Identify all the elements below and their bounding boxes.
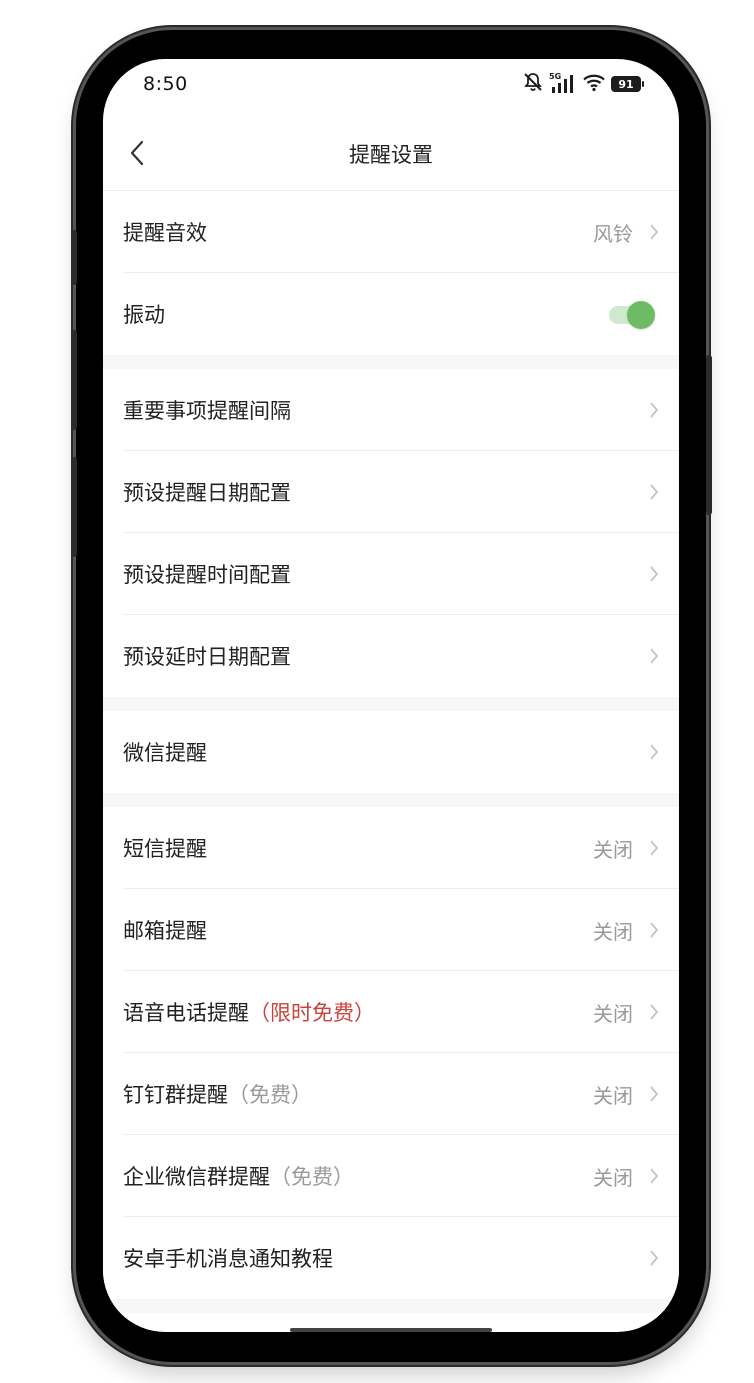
status-time: 8:50 (143, 73, 188, 95)
chevron-right-icon (647, 1001, 661, 1023)
section-divider (103, 697, 679, 711)
chevron-right-icon (647, 563, 661, 585)
signal-icon: 5G (549, 72, 577, 95)
setting-label-text: 企业微信群提醒 (123, 1165, 270, 1189)
setting-label-text: 语音电话提醒 (123, 1001, 249, 1025)
silent-bell-icon (522, 71, 544, 97)
chevron-right-icon (647, 741, 661, 763)
chevron-right-icon (647, 1247, 661, 1269)
setting-row-sound[interactable]: 提醒音效 风铃 (103, 191, 679, 273)
setting-row-voice-call[interactable]: 语音电话提醒（限时免费） 关闭 (103, 971, 679, 1053)
nav-bar: 提醒设置 (103, 115, 679, 191)
chevron-right-icon (647, 221, 661, 243)
setting-label: 短信提醒 (123, 837, 207, 861)
setting-label: 预设延时日期配置 (123, 645, 291, 669)
vibration-toggle[interactable] (609, 301, 655, 329)
setting-label-text: 钉钉群提醒 (123, 1083, 228, 1107)
home-indicator (290, 1328, 492, 1332)
section-divider (103, 793, 679, 807)
setting-row-wecom[interactable]: 企业微信群提醒（免费） 关闭 (103, 1135, 679, 1217)
status-icons: 5G 91 (522, 71, 644, 97)
screen: 8:50 5G 91 提醒设置 提醒音效 风铃 振动 重要事项提醒间隔 预设提醒… (103, 59, 679, 1332)
section-divider (103, 1299, 679, 1313)
volume-down-button (71, 457, 77, 557)
setting-label: 振动 (123, 303, 165, 327)
setting-value: 风铃 (593, 221, 633, 246)
setting-label: 语音电话提醒（限时免费） (123, 997, 375, 1027)
chevron-right-icon (647, 837, 661, 859)
volume-up-button (71, 330, 77, 430)
setting-value: 关闭 (593, 1083, 633, 1108)
setting-row-email[interactable]: 邮箱提醒 关闭 (103, 889, 679, 971)
free-suffix: （免费） (228, 1083, 312, 1107)
settings-list: 提醒音效 风铃 振动 重要事项提醒间隔 预设提醒日期配置 预设提醒时间配置 预设… (103, 191, 679, 1313)
setting-row-wechat[interactable]: 微信提醒 (103, 711, 679, 793)
setting-row-interval[interactable]: 重要事项提醒间隔 (103, 369, 679, 451)
chevron-right-icon (647, 1083, 661, 1105)
status-bar: 8:50 5G 91 (103, 59, 679, 111)
setting-row-android-tutorial[interactable]: 安卓手机消息通知教程 (103, 1217, 679, 1299)
setting-row-sms[interactable]: 短信提醒 关闭 (103, 807, 679, 889)
setting-label: 钉钉群提醒（免费） (123, 1079, 312, 1109)
page-title: 提醒设置 (349, 143, 433, 167)
power-button (706, 355, 712, 515)
setting-row-preset-delay[interactable]: 预设延时日期配置 (103, 615, 679, 697)
setting-value: 关闭 (593, 919, 633, 944)
setting-value: 关闭 (593, 1001, 633, 1026)
setting-value: 关闭 (593, 1165, 633, 1190)
chevron-right-icon (647, 919, 661, 941)
section-divider (103, 355, 679, 369)
setting-label: 提醒音效 (123, 221, 207, 245)
setting-row-dingtalk[interactable]: 钉钉群提醒（免费） 关闭 (103, 1053, 679, 1135)
free-suffix: （免费） (270, 1165, 354, 1189)
mute-switch (71, 230, 77, 285)
chevron-right-icon (647, 645, 661, 667)
setting-label: 微信提醒 (123, 741, 207, 765)
setting-label: 安卓手机消息通知教程 (123, 1247, 333, 1271)
toggle-thumb (627, 301, 655, 329)
setting-row-vibration: 振动 (103, 273, 679, 355)
setting-value: 关闭 (593, 837, 633, 862)
battery-icon: 91 (611, 76, 644, 92)
wifi-icon (582, 72, 606, 96)
chevron-right-icon (647, 481, 661, 503)
setting-label: 预设提醒时间配置 (123, 563, 291, 587)
setting-label: 重要事项提醒间隔 (123, 399, 291, 423)
setting-row-preset-time[interactable]: 预设提醒时间配置 (103, 533, 679, 615)
setting-label: 企业微信群提醒（免费） (123, 1161, 354, 1191)
promo-suffix: （限时免费） (249, 1001, 375, 1025)
setting-label: 邮箱提醒 (123, 919, 207, 943)
chevron-right-icon (647, 399, 661, 421)
setting-label: 预设提醒日期配置 (123, 481, 291, 505)
chevron-right-icon (647, 1165, 661, 1187)
setting-row-preset-date[interactable]: 预设提醒日期配置 (103, 451, 679, 533)
